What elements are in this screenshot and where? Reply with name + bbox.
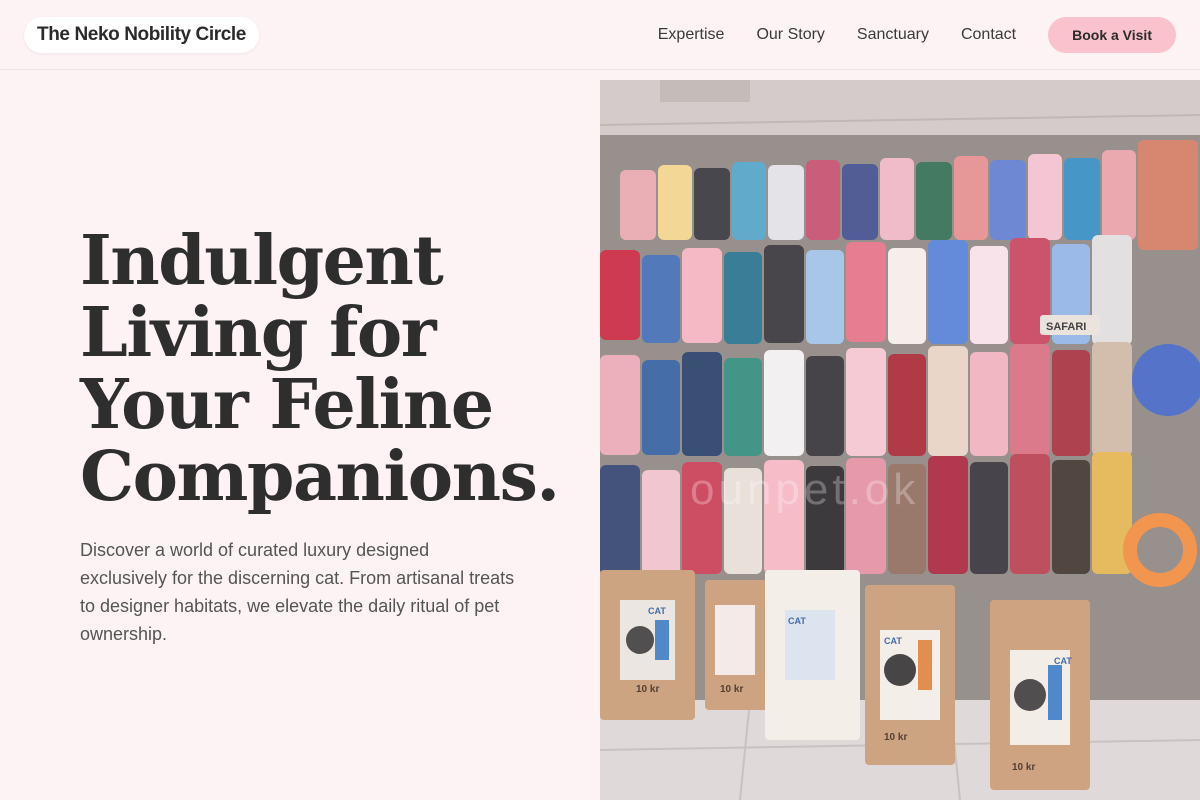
- image-watermark: ounpet.ok: [690, 465, 920, 514]
- nav-link-our-story[interactable]: Our Story: [756, 26, 824, 44]
- site-header: The Neko Nobility Circle Expertise Our S…: [0, 0, 1200, 70]
- hero-image: SAFARI CAT CAT CAT CAT 10 kr 10 kr 10 kr…: [600, 80, 1200, 800]
- book-visit-button[interactable]: Book a Visit: [1048, 16, 1176, 53]
- nav-link-contact[interactable]: Contact: [961, 26, 1016, 44]
- hero-description: Discover a world of curated luxury desig…: [80, 540, 515, 644]
- main-nav: Expertise Our Story Sanctuary Contact Bo…: [658, 16, 1176, 53]
- nav-link-expertise[interactable]: Expertise: [658, 26, 725, 44]
- pet-shop-photo: SAFARI CAT CAT CAT CAT 10 kr 10 kr 10 kr…: [600, 80, 1200, 800]
- hero-text-section: Indulgent Living for Your Feline Compani…: [0, 70, 600, 800]
- site-logo[interactable]: The Neko Nobility Circle: [24, 16, 259, 53]
- hero-title: Indulgent Living for Your Feline Compani…: [80, 221, 560, 517]
- nav-link-sanctuary[interactable]: Sanctuary: [857, 26, 929, 44]
